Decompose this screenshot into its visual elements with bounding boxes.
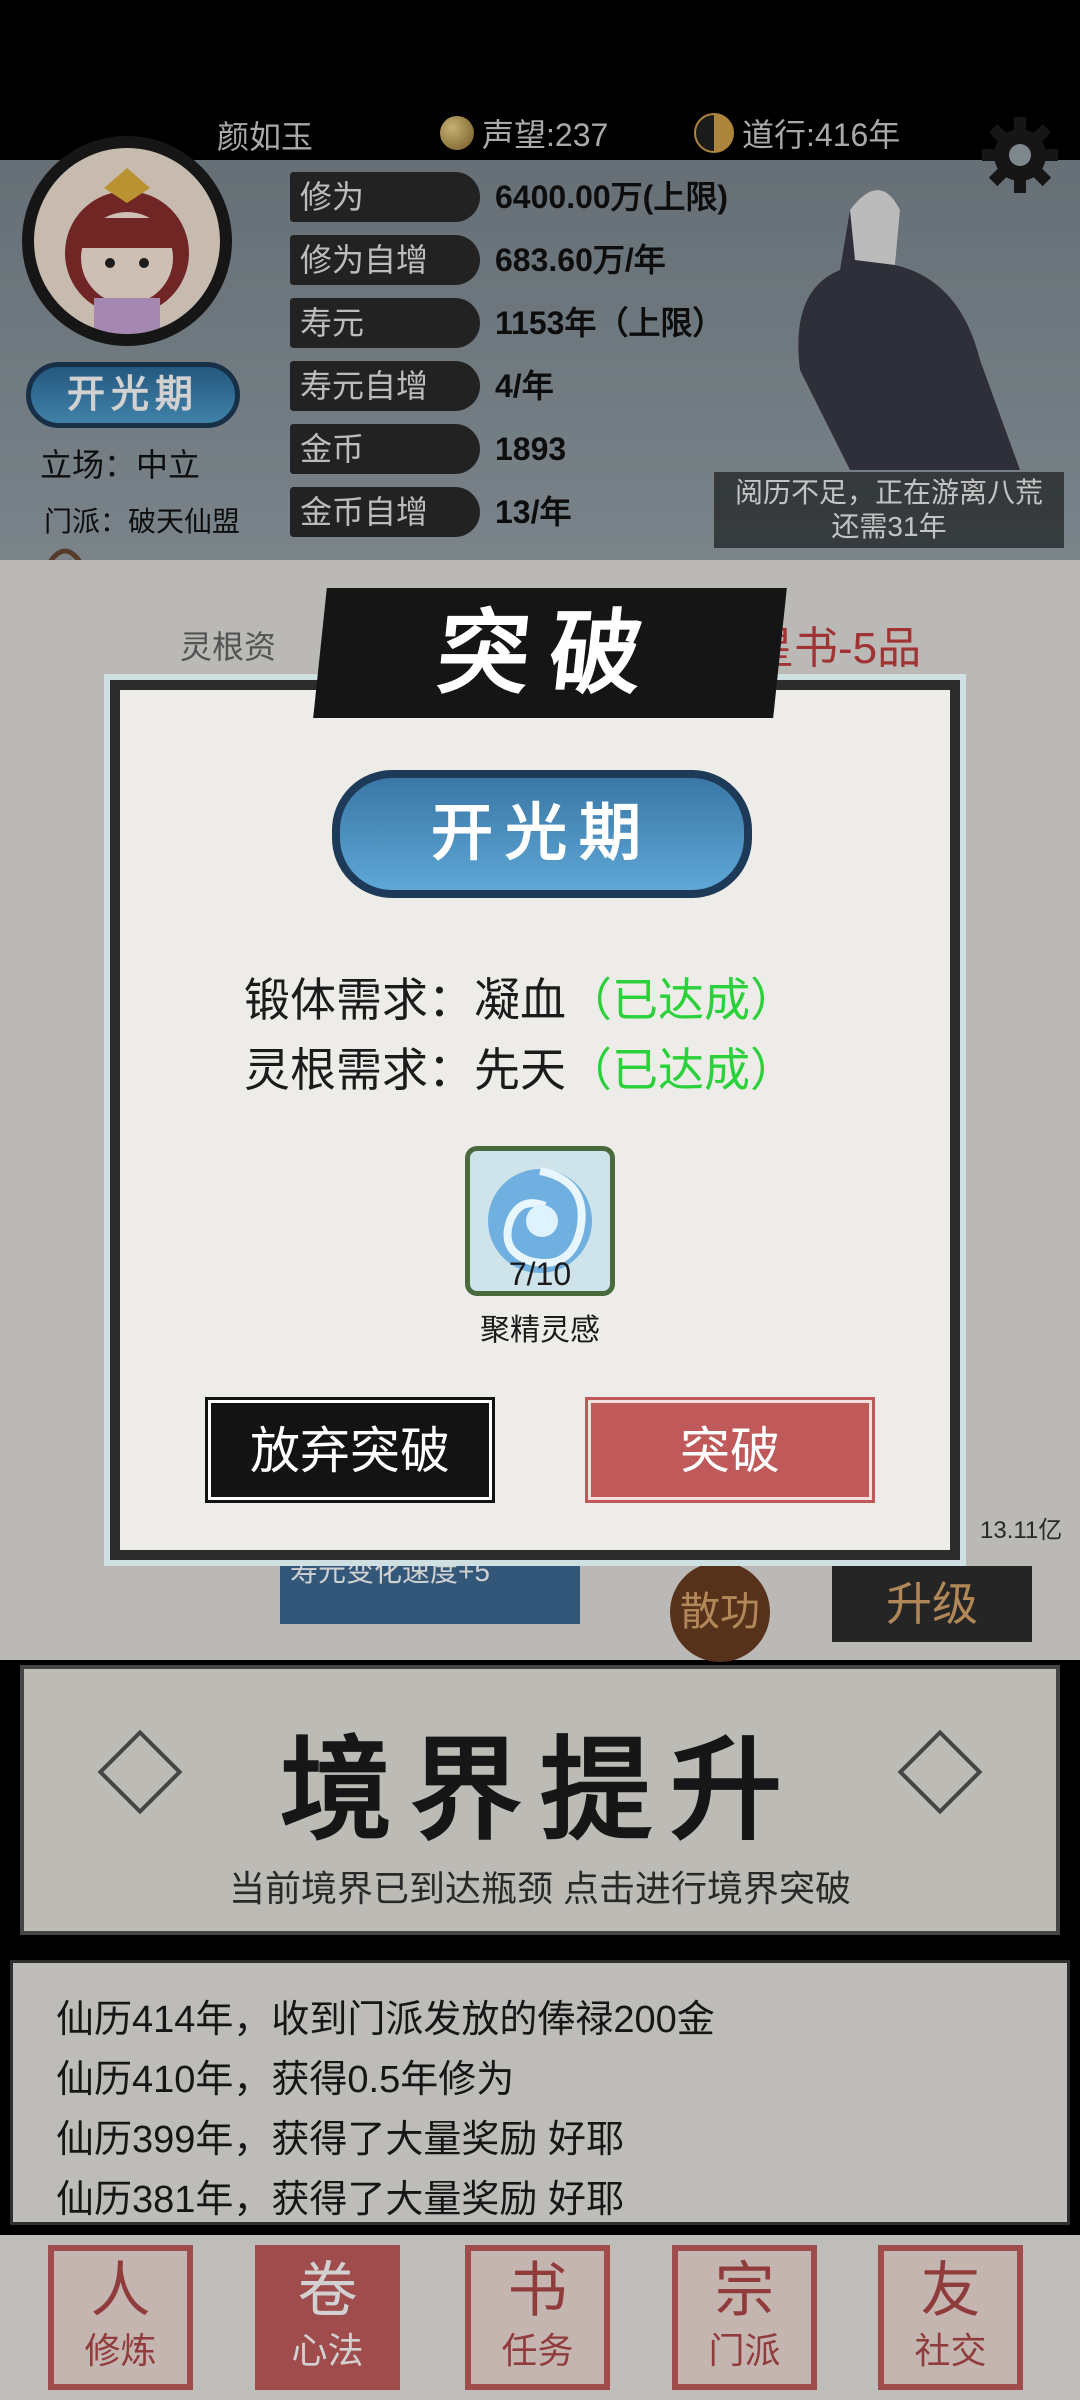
item-name: 聚精灵感 bbox=[480, 1313, 600, 1348]
requirement-label: 灵根需求：先天 bbox=[244, 1044, 566, 1096]
dialog-title: 突破 bbox=[313, 588, 787, 718]
requirement-body: 锻体需求：凝血（已达成） bbox=[244, 964, 796, 1030]
give-up-button[interactable]: 放弃突破 bbox=[205, 1397, 495, 1503]
item-count: 7/10 bbox=[508, 1256, 572, 1292]
breakthrough-button[interactable]: 突破 bbox=[585, 1397, 875, 1503]
dialog-realm-badge: 开光期 bbox=[332, 770, 752, 898]
requirement-label: 锻体需求：凝血 bbox=[244, 974, 566, 1026]
requirement-status: （已达成） bbox=[566, 1044, 796, 1096]
requirement-root: 灵根需求：先天（已达成） bbox=[244, 1034, 796, 1100]
requirement-status: （已达成） bbox=[566, 974, 796, 1026]
